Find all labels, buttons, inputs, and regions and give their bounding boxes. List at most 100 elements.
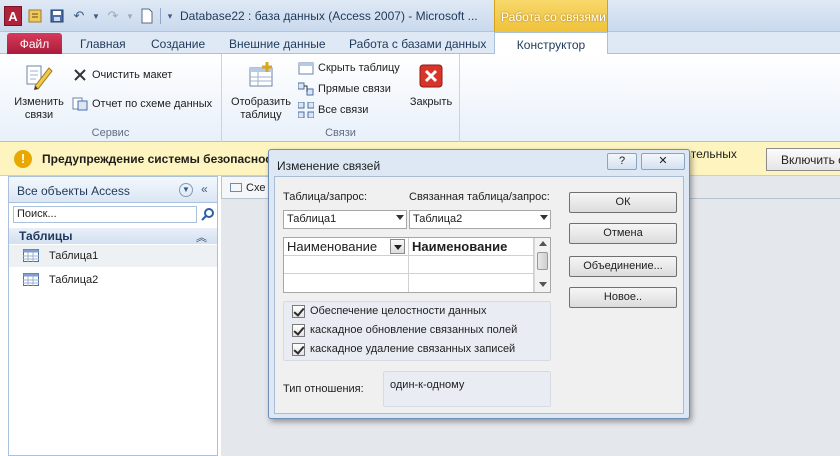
enable-content-button[interactable]: Включить с (766, 148, 840, 171)
relationship-report-label: Отчет по схеме данных (92, 98, 213, 110)
redo-dropdown-icon[interactable]: ▼ (126, 7, 134, 25)
empty-field-cell[interactable] (409, 274, 534, 292)
nav-pane-menu-icon[interactable]: ▼ (179, 183, 193, 197)
shield-warning-icon: ! (14, 150, 32, 168)
close-button[interactable]: Закрыть (406, 60, 456, 109)
nav-item-table1[interactable]: Таблица1 (9, 245, 217, 267)
close-label: Закрыть (409, 96, 453, 108)
edit-relationships-button[interactable]: Изменить связи (8, 60, 70, 122)
table-query-value: Таблица1 (287, 213, 337, 225)
relationship-type-value: один-к-одному (390, 379, 465, 391)
customize-qat-icon[interactable]: ▾ (165, 7, 175, 25)
hide-table-icon (298, 60, 314, 76)
empty-field-cell[interactable] (284, 274, 409, 292)
grid-scrollbar[interactable] (534, 238, 550, 292)
cascade-update-checkbox[interactable] (292, 323, 305, 337)
scroll-thumb[interactable] (537, 252, 548, 270)
cascade-update-option[interactable]: каскадное обновление связанных полей (292, 322, 517, 338)
integrity-options-group: Обеспечение целостности данных каскадное… (283, 301, 551, 361)
hide-table-label: Скрыть таблицу (318, 62, 400, 74)
cancel-button[interactable]: Отмена (569, 223, 677, 244)
doc-tab-label: Схе (246, 182, 266, 194)
join-type-button[interactable]: Объединение... (569, 256, 677, 277)
create-new-button[interactable]: Новое.. (569, 287, 677, 308)
cascade-delete-label: каскадное удаление связанных записей (310, 343, 516, 355)
undo-dropdown-icon[interactable]: ▼ (92, 7, 100, 25)
enforce-integrity-label: Обеспечение целостности данных (310, 305, 487, 317)
clear-layout-label: Очистить макет (92, 69, 173, 81)
tab-file[interactable]: Файл (7, 33, 62, 54)
undo-icon[interactable]: ↶ (70, 7, 88, 25)
cascade-update-label: каскадное обновление связанных полей (310, 324, 518, 336)
table-icon (23, 249, 39, 262)
enforce-integrity-option[interactable]: Обеспечение целостности данных (292, 303, 486, 319)
related-table-value: Таблица2 (413, 213, 463, 225)
scroll-up-icon[interactable] (539, 241, 547, 246)
ribbon: Изменить связи Очистить макет Отчет по с… (0, 54, 840, 142)
table-query-select[interactable]: Таблица1 (283, 210, 407, 229)
relationship-report-icon (72, 96, 88, 112)
help-button[interactable]: ? (607, 153, 637, 170)
cascade-delete-checkbox[interactable] (292, 342, 305, 356)
table-query-label: Таблица/запрос: (283, 191, 368, 203)
direct-relationships-button[interactable]: Прямые связи (298, 80, 391, 98)
nav-pane-header[interactable]: Все объекты Access ▼ « (9, 177, 217, 203)
object-icon[interactable] (26, 7, 44, 25)
cascade-delete-option[interactable]: каскадное удаление связанных записей (292, 341, 515, 357)
nav-pane-collapse-icon[interactable]: « (201, 182, 208, 196)
tab-external-data[interactable]: Внешние данные (229, 34, 326, 54)
show-table-label: Отобразить таблицу (231, 96, 291, 121)
tab-database-tools[interactable]: Работа с базами данных (349, 34, 486, 54)
tab-designer[interactable]: Конструктор (494, 32, 608, 55)
related-table-select[interactable]: Таблица2 (409, 210, 551, 229)
ribbon-tab-row: Файл Главная Создание Внешние данные Раб… (0, 32, 840, 55)
relationship-report-button[interactable]: Отчет по схеме данных (72, 95, 212, 113)
edit-relationships-dialog: Изменение связей ? ✕ Таблица/запрос: Свя… (268, 149, 690, 419)
save-icon[interactable] (48, 7, 66, 25)
redo-icon[interactable]: ↷ (104, 7, 122, 25)
nav-group-tables[interactable]: Таблицы ︽ (9, 228, 217, 244)
field-dropdown-icon[interactable] (390, 239, 405, 254)
field-mapping-grid: Наименование Наименование (283, 237, 551, 293)
tab-create[interactable]: Создание (151, 34, 205, 54)
all-relationships-label: Все связи (318, 104, 369, 116)
dialog-close-button[interactable]: ✕ (641, 153, 685, 170)
group-relationships-label: Связи (325, 127, 356, 139)
contextual-tab-group-label: Работа со связями (501, 10, 606, 24)
show-table-button[interactable]: Отобразить таблицу (228, 60, 294, 122)
contextual-tab-group-header: Работа со связями (494, 0, 608, 32)
left-field-cell[interactable]: Наименование (284, 238, 409, 256)
quick-access-toolbar: A ↶ ▼ ↷ ▼ ▾ (4, 5, 175, 27)
group-relationships: Отобразить таблицу Скрыть таблицу Прямые… (222, 54, 460, 142)
search-icon[interactable] (200, 206, 216, 223)
clear-layout-icon (72, 67, 88, 83)
scroll-down-icon[interactable] (539, 282, 547, 287)
right-field-cell[interactable]: Наименование (409, 238, 534, 256)
chevron-down-icon (396, 215, 404, 220)
empty-field-cell[interactable] (284, 256, 409, 274)
nav-item-label: Таблица1 (49, 250, 99, 262)
right-field-value: Наименование (412, 239, 508, 254)
relationship-type-label: Тип отношения: (283, 383, 364, 395)
nav-search-input[interactable]: Поиск... (13, 206, 197, 223)
new-document-icon[interactable] (138, 7, 156, 25)
collapse-group-icon[interactable]: ︽ (196, 229, 207, 245)
clear-layout-button[interactable]: Очистить макет (72, 66, 172, 84)
enforce-integrity-checkbox[interactable] (292, 304, 305, 318)
group-service: Изменить связи Очистить макет Отчет по с… (0, 54, 222, 142)
dialog-body: Таблица/запрос: Связанная таблица/запрос… (274, 176, 684, 414)
all-relationships-icon (298, 102, 314, 118)
security-warning-details: ительных (684, 147, 737, 161)
empty-field-cell[interactable] (409, 256, 534, 274)
access-app-icon[interactable]: A (4, 6, 22, 26)
ok-button[interactable]: ОК (569, 192, 677, 213)
nav-item-label: Таблица2 (49, 274, 99, 286)
show-table-icon (245, 60, 277, 92)
chevron-down-icon (540, 215, 548, 220)
hide-table-button[interactable]: Скрыть таблицу (298, 59, 400, 77)
all-relationships-button[interactable]: Все связи (298, 101, 368, 119)
nav-group-tables-label: Таблицы (19, 229, 73, 243)
nav-item-table2[interactable]: Таблица2 (9, 269, 217, 291)
nav-pane-title: Все объекты Access (17, 184, 130, 198)
tab-home[interactable]: Главная (80, 34, 126, 54)
